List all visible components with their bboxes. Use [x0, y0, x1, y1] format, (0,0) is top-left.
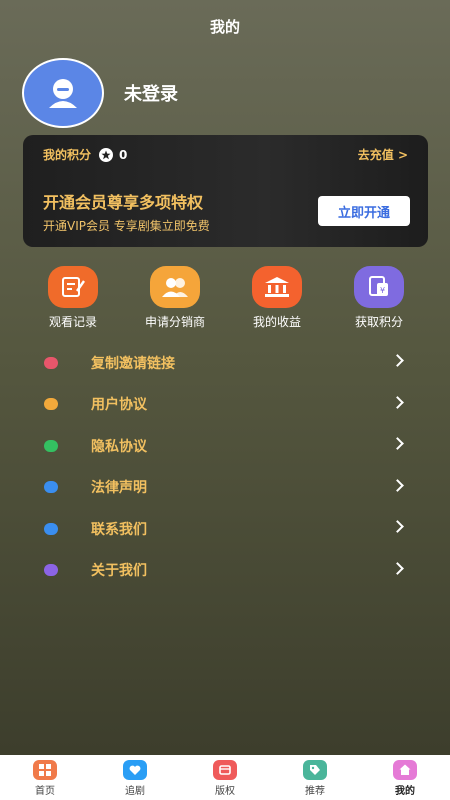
- username[interactable]: 未登录: [124, 80, 178, 106]
- tab-copyright[interactable]: 版权: [180, 755, 270, 800]
- quick-action-watch-history[interactable]: 观看记录: [22, 266, 124, 330]
- quick-action-label: 观看记录: [48, 315, 97, 329]
- menu-item-copy-invite-link[interactable]: 复制邀请链接: [44, 342, 414, 384]
- profile-section[interactable]: 未登录: [22, 58, 178, 128]
- menu-item-label: 法律声明: [91, 480, 147, 497]
- menu-item-legal-notice[interactable]: 法律声明: [44, 467, 414, 509]
- points-row: 我的积分 0: [43, 146, 127, 163]
- copyright-icon: [213, 760, 237, 780]
- menu-item-privacy-policy[interactable]: 隐私协议: [44, 425, 414, 467]
- quick-action-label: 获取积分: [354, 315, 403, 329]
- tab-label: 推荐: [305, 786, 325, 797]
- chevron-right-icon: [391, 437, 404, 450]
- coupon-icon: ¥: [354, 266, 404, 308]
- gavel-icon: [44, 481, 58, 494]
- quick-action-label: 我的收益: [252, 315, 301, 329]
- heart-icon: [123, 760, 147, 780]
- avatar[interactable]: [22, 58, 104, 128]
- chevron-right-icon: [391, 354, 404, 367]
- home-grid-icon: [33, 760, 57, 780]
- quick-action-label: 申请分销商: [144, 315, 205, 329]
- tab-recommend[interactable]: 推荐: [270, 755, 360, 800]
- menu-item-label: 复制邀请链接: [91, 355, 175, 372]
- tab-label: 追剧: [125, 786, 145, 797]
- link-icon: [44, 356, 58, 369]
- vip-title: 开通会员尊享多项特权: [43, 193, 204, 212]
- user-avatar-icon: [49, 79, 77, 108]
- svg-text:¥: ¥: [380, 286, 385, 295]
- chevron-right-icon: [391, 478, 404, 492]
- document-icon: [44, 398, 58, 411]
- points-value: 0: [119, 147, 128, 162]
- tag-icon: [303, 760, 327, 780]
- edit-note-icon: [48, 266, 98, 308]
- vip-card: 我的积分 0 去充值 > 开通会员尊享多项特权 开通VIP会员 专享剧集立即免费…: [23, 135, 428, 247]
- chevron-right-icon: [391, 520, 404, 533]
- quick-actions: 观看记录 申请分销商 我的收益 ¥ 获取积分: [22, 266, 430, 330]
- chevron-right-icon: [391, 561, 404, 575]
- tab-follow-dramas[interactable]: 追剧: [90, 755, 180, 800]
- star-icon: [99, 147, 114, 162]
- menu-item-label: 隐私协议: [91, 438, 147, 455]
- phone-icon: [44, 522, 58, 535]
- tab-label: 我的: [395, 786, 415, 797]
- vip-subtitle: 开通VIP会员 专享剧集立即免费: [43, 219, 210, 233]
- page-title: 我的: [209, 18, 240, 36]
- chevron-right-icon: [391, 395, 404, 409]
- points-label: 我的积分: [43, 148, 92, 162]
- bottom-tab-bar: 首页 追剧 版权 推荐 我的: [0, 755, 450, 800]
- bank-icon: [252, 266, 302, 308]
- menu-item-label: 联系我们: [91, 521, 147, 538]
- tab-mine[interactable]: 我的: [360, 755, 450, 800]
- tab-label: 首页: [35, 786, 55, 797]
- quick-action-get-points[interactable]: ¥ 获取积分: [328, 266, 430, 330]
- tab-home[interactable]: 首页: [0, 755, 90, 800]
- settings-menu: 复制邀请链接 用户协议 隐私协议 法律声明 联系我们 关于我们: [44, 342, 414, 591]
- quick-action-my-earnings[interactable]: 我的收益: [226, 266, 328, 330]
- shield-icon: [44, 439, 58, 452]
- menu-item-contact-us[interactable]: 联系我们: [44, 508, 414, 550]
- open-vip-button[interactable]: 立即开通: [318, 196, 410, 226]
- menu-item-label: 关于我们: [91, 563, 147, 580]
- info-icon: [44, 564, 58, 577]
- menu-item-about-us[interactable]: 关于我们: [44, 550, 414, 592]
- users-icon: [150, 266, 200, 308]
- quick-action-apply-distributor[interactable]: 申请分销商: [124, 266, 226, 330]
- menu-item-label: 用户协议: [91, 397, 147, 414]
- home-icon: [393, 760, 417, 780]
- recharge-link[interactable]: 去充值 >: [358, 146, 408, 163]
- tab-label: 版权: [215, 786, 235, 797]
- menu-item-user-agreement[interactable]: 用户协议: [44, 384, 414, 426]
